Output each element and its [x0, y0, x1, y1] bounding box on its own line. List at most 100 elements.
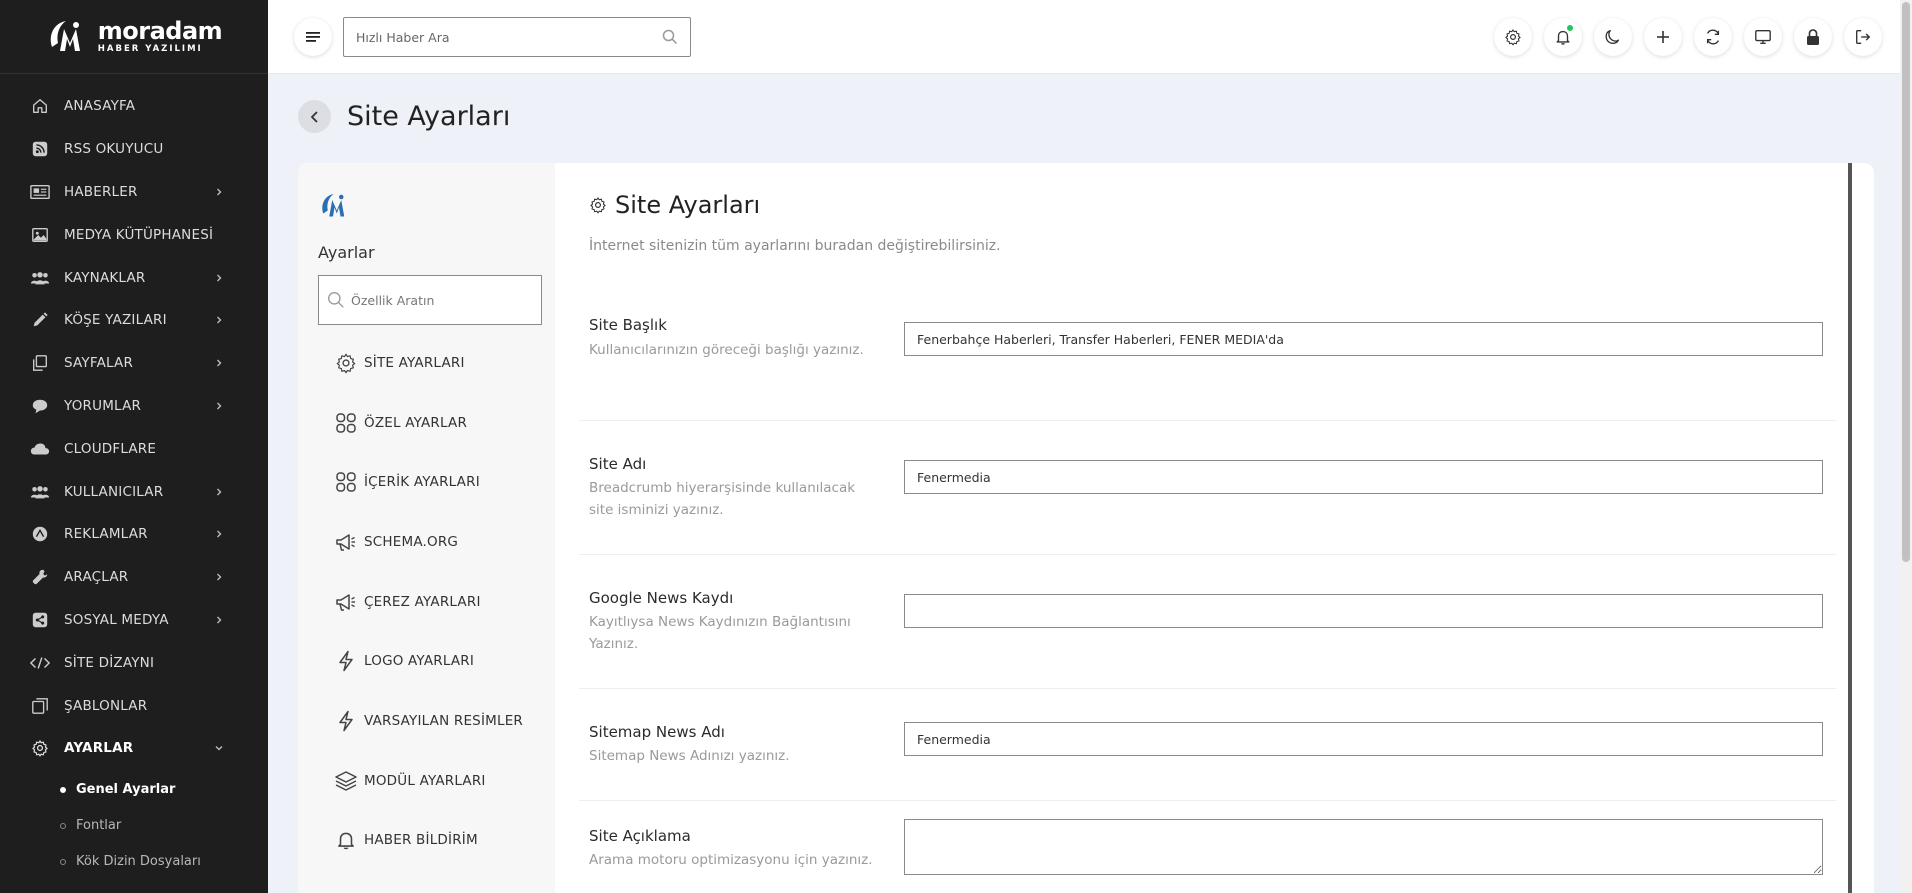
sidebar-item-0[interactable]: ANASAYFA — [0, 85, 268, 128]
settings-nav-label: İÇERİK AYARLARI — [364, 474, 480, 491]
sidebar-item-label: KULLANICILAR — [64, 483, 164, 500]
sidebar-item-13[interactable]: SİTE DİZAYNI — [0, 641, 268, 684]
settings-nav-item-4[interactable]: ÇEREZ AYARLARI — [334, 572, 523, 632]
moon-button[interactable] — [1594, 18, 1632, 56]
wrench-icon — [30, 567, 50, 587]
home-icon — [30, 96, 50, 116]
subnav-item-label: Kök Dizin Dosyaları — [76, 854, 201, 870]
sidebar-item-4[interactable]: KAYNAKLAR — [0, 256, 268, 299]
lock-button[interactable] — [1794, 18, 1832, 56]
settings-nav-item-7[interactable]: MODÜL AYARLARI — [334, 751, 523, 811]
sidebar-item-12[interactable]: SOSYAL MEDYA — [0, 599, 268, 642]
settings-row: Site Açıklama Arama motoru optimizasyonu … — [579, 801, 1836, 893]
sidebar-item-9[interactable]: KULLANICILAR — [0, 470, 268, 513]
bell-button[interactable] — [1544, 18, 1582, 56]
image-icon — [30, 225, 50, 245]
quick-search-input[interactable] — [356, 29, 650, 45]
settings-nav-item-0[interactable]: SİTE AYARLARI — [334, 333, 523, 393]
sidebar-item-2[interactable]: HABERLER — [0, 171, 268, 214]
settings-nav-label: VARSAYILAN RESİMLER — [364, 712, 524, 729]
sidebar-item-7[interactable]: YORUMLAR — [0, 385, 268, 428]
bolt-icon — [334, 649, 358, 673]
field-input-0[interactable] — [904, 322, 1823, 356]
settings-sidebar: Ayarlar SİTE AYARLARI ÖZEL AYARLAR İÇERİK … — [298, 163, 555, 893]
chevron-right-icon — [214, 315, 224, 325]
brand-logo[interactable]: moradam HABER YAZILIMI — [0, 0, 268, 74]
settings-nav-label: ÖZEL AYARLAR — [364, 414, 468, 431]
gear-button[interactable] — [1494, 18, 1532, 56]
pages-icon — [30, 353, 50, 373]
sidebar-item-5[interactable]: KÖŞE YAZILARI — [0, 299, 268, 342]
megaphone-icon — [334, 590, 358, 614]
chevron-left-icon — [310, 110, 318, 123]
chevron-right-icon — [214, 572, 224, 582]
subnav-item-2[interactable]: Kök Dizin Dosyaları — [0, 844, 268, 880]
newspaper-icon — [30, 182, 50, 202]
gear-icon — [30, 738, 50, 758]
field-input-2[interactable] — [904, 594, 1823, 628]
sidebar: moradam HABER YAZILIMI ANASAYFA RSS OKUYU… — [0, 0, 268, 893]
search-icon[interactable] — [650, 29, 690, 45]
settings-nav-item-6[interactable]: VARSAYILAN RESİMLER — [334, 691, 523, 751]
gear-icon — [334, 351, 358, 375]
menu-toggle-button[interactable] — [294, 18, 332, 56]
layers-icon — [334, 769, 358, 793]
subnav-item-1[interactable]: Fontlar — [0, 808, 268, 844]
settings-row: Site Başlık Kullanıcılarınızın göreceği b… — [579, 299, 1836, 421]
sidebar-item-1[interactable]: RSS OKUYUCU — [0, 128, 268, 171]
monitor-button[interactable] — [1744, 18, 1782, 56]
feature-search — [318, 275, 542, 325]
field-input-1[interactable] — [904, 460, 1823, 494]
chevron-right-icon — [214, 273, 224, 283]
back-button[interactable] — [298, 100, 331, 133]
field-hint: Kayıtlıysa News Kaydınızın Bağlantısını … — [589, 614, 851, 652]
field-label: Google News Kaydı — [589, 589, 734, 607]
gear-icon — [1504, 28, 1522, 46]
sidebar-item-label: SAYFALAR — [64, 355, 134, 372]
settings-nav-item-1[interactable]: ÖZEL AYARLAR — [334, 393, 523, 453]
subnav-item-label: Fontlar — [76, 818, 122, 834]
share-icon — [30, 610, 50, 630]
subnav-item-0[interactable]: Genel Ayarlar — [0, 772, 268, 808]
field-label: Site Başlık — [589, 316, 667, 334]
logout-button[interactable] — [1844, 18, 1882, 56]
sidebar-item-14[interactable]: ŞABLONLAR — [0, 684, 268, 727]
chevron-down-icon — [214, 743, 224, 753]
settings-nav-item-2[interactable]: İÇERİK AYARLARI — [334, 452, 523, 512]
grid-icon — [334, 470, 358, 494]
settings-nav-item-8[interactable]: HABER BİLDİRİM — [334, 811, 523, 871]
refresh-button[interactable] — [1694, 18, 1732, 56]
brand-name: moradam — [97, 17, 223, 46]
page-scrollbar[interactable] — [1900, 0, 1912, 893]
rss-icon — [30, 139, 50, 159]
settings-nav-label: LOGO AYARLARI — [364, 653, 475, 670]
gear-icon — [590, 197, 606, 214]
chevron-right-icon — [214, 487, 224, 497]
sidebar-item-15[interactable]: AYARLAR — [0, 727, 268, 770]
notification-badge — [1567, 25, 1573, 31]
sidebar-item-3[interactable]: MEDYA KÜTÜPHANESİ — [0, 213, 268, 256]
sidebar-item-10[interactable]: REKLAMLAR — [0, 513, 268, 556]
sidebar-item-6[interactable]: SAYFALAR — [0, 342, 268, 385]
sidebar-item-11[interactable]: ARAÇLAR — [0, 556, 268, 599]
settings-nav-item-3[interactable]: SCHEMA.ORG — [334, 512, 523, 572]
sidebar-item-label: REKLAMLAR — [64, 526, 148, 543]
sidebar-item-label: HABERLER — [64, 183, 138, 200]
quick-search — [343, 17, 691, 57]
scrollbar-thumb[interactable] — [1902, 2, 1910, 562]
plus-button[interactable] — [1644, 18, 1682, 56]
pen-icon — [30, 310, 50, 330]
sidebar-item-label: ARAÇLAR — [64, 569, 129, 586]
sidebar-item-label: YORUMLAR — [64, 397, 142, 414]
field-input-4[interactable] — [904, 819, 1823, 875]
sidebar-item-8[interactable]: CLOUDFLARE — [0, 427, 268, 470]
comment-icon — [30, 396, 50, 416]
sidebar-item-label: RSS OKUYUCU — [64, 141, 164, 158]
settings-nav-item-5[interactable]: LOGO AYARLARI — [334, 631, 523, 691]
plus-icon — [1655, 29, 1671, 45]
field-input-3[interactable] — [904, 722, 1823, 756]
sidebar-item-label: SOSYAL MEDYA — [64, 611, 169, 628]
feature-search-input[interactable] — [351, 292, 541, 308]
sidebar-item-label: ANASAYFA — [64, 98, 136, 115]
subnav-item-label: Genel Ayarlar — [76, 782, 176, 798]
